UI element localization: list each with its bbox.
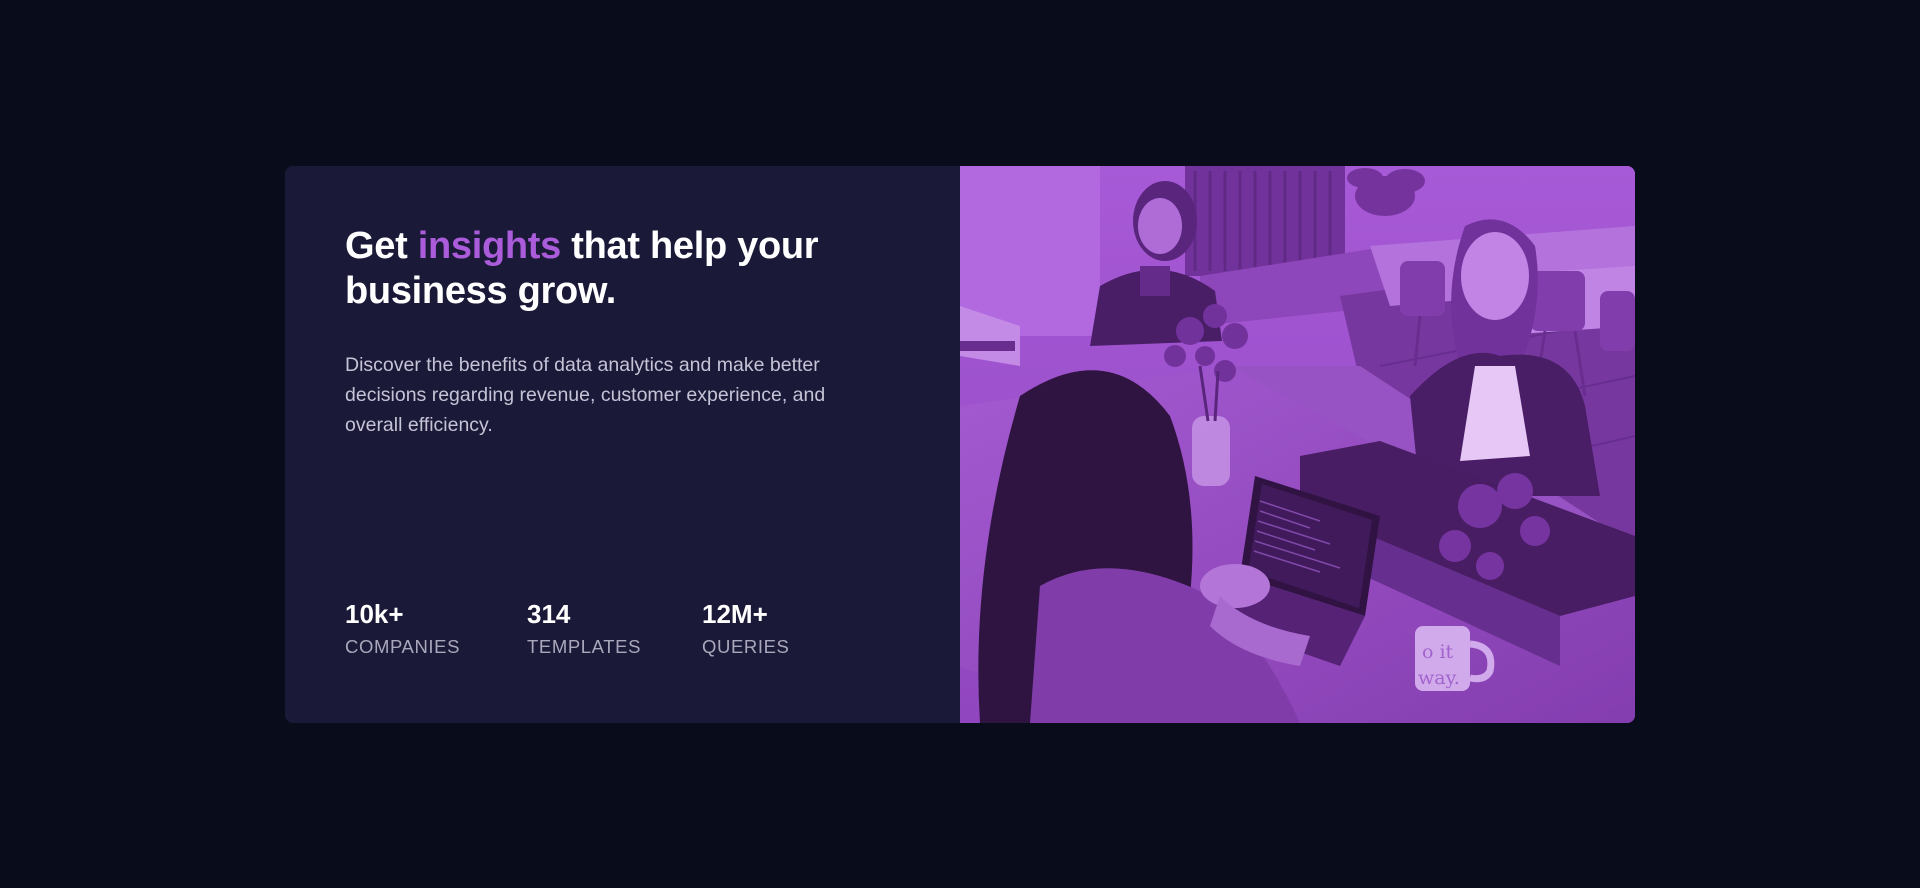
stats-preview-card: Get insights that help your business gro… [285,166,1635,723]
title-text-before: Get [345,225,418,267]
stat-value: 10k+ [345,599,404,629]
stat-label: QUERIES [702,636,790,657]
title-accent-word: insights [417,225,562,267]
card-content: Get insights that help your business gro… [285,166,960,723]
stat-value: 12M+ [702,599,768,629]
office-photo-illustration: o it way. [960,166,1635,723]
stat-value: 314 [527,599,571,629]
stat-label: TEMPLATES [527,636,642,657]
page-title: Get insights that help your business gro… [345,224,900,314]
stats-row: 10k+ COMPANIES 314 TEMPLATES 12M+ QUERIE… [345,598,822,662]
hero-image: o it way. [960,166,1635,723]
stat-templates: 314 TEMPLATES [527,598,702,662]
stat-companies: 10k+ COMPANIES [345,598,527,662]
card-description: Discover the benefits of data analytics … [345,354,826,436]
stat-label: COMPANIES [345,636,461,657]
stat-queries: 12M+ QUERIES [702,598,822,662]
